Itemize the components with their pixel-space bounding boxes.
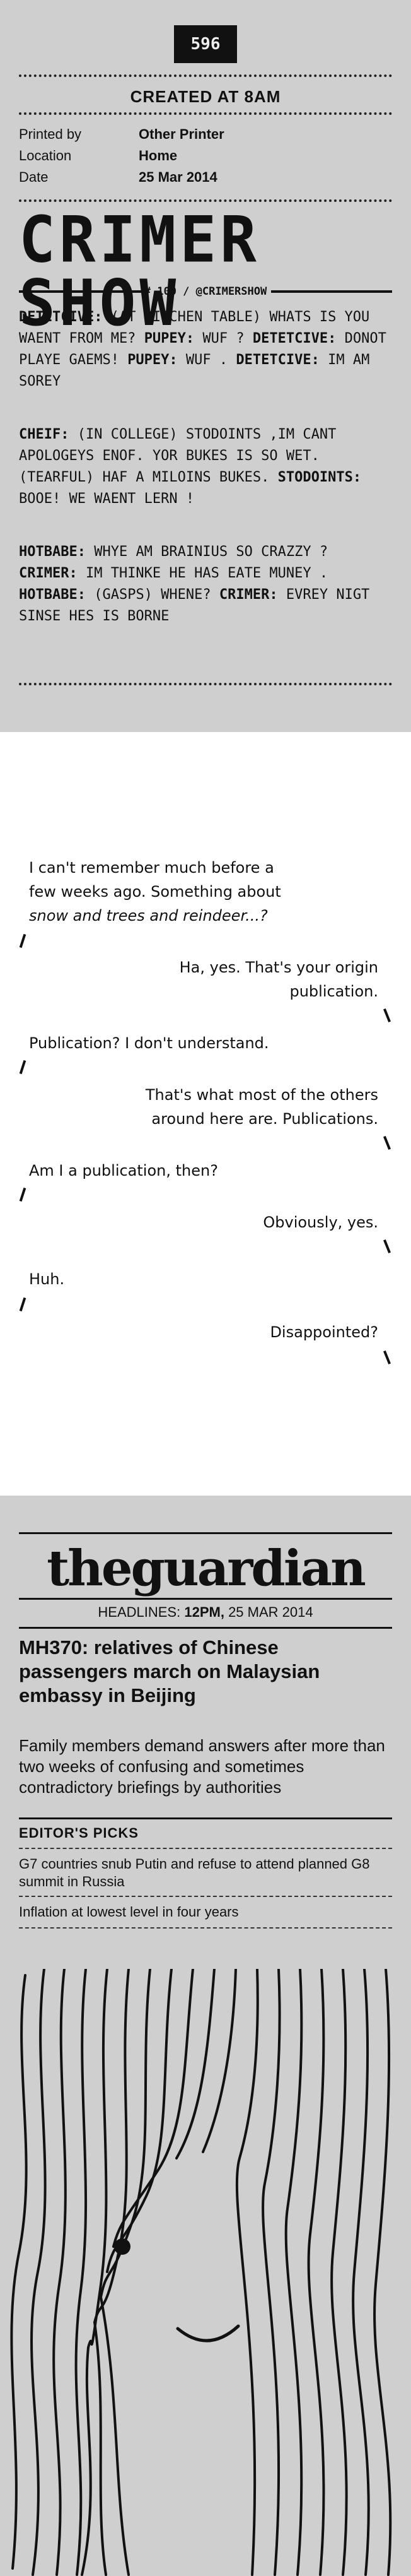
dialogue-line: Ha, yes. That's your origin bbox=[179, 959, 378, 976]
dialogue-line: Am I a publication, then? bbox=[29, 1162, 218, 1179]
editors-picks-label: EDITOR'S PICKS bbox=[19, 1825, 139, 1841]
meta-label: Date bbox=[19, 169, 49, 185]
guardian-headlines-line: HEADLINES: 12PM, 25 MAR 2014 bbox=[0, 1604, 411, 1621]
dashed-divider bbox=[19, 1927, 392, 1929]
dialogue-line: publication. bbox=[289, 983, 378, 1000]
speech-tick-left-icon bbox=[19, 1297, 26, 1312]
line-text: BOOE! WE WAENT LERN ! bbox=[19, 491, 195, 507]
crimer-scene-2: CHEIF: (IN COLLEGE) STODOINTS ,IM CANT A… bbox=[19, 424, 392, 510]
guardian-headlines-rule bbox=[19, 1627, 392, 1629]
speaker: PUPEY: bbox=[144, 331, 195, 346]
dialogue-left-2: Publication? I don't understand. bbox=[29, 1031, 357, 1055]
dialogue-right-2: That's what most of the others around he… bbox=[82, 1083, 378, 1131]
speaker: PUPEY: bbox=[127, 352, 178, 368]
dialogue-line: few weeks ago. Something about bbox=[29, 883, 281, 901]
speaker: CRIMER: bbox=[19, 565, 78, 581]
dialogue-left-3: Am I a publication, then? bbox=[29, 1159, 357, 1183]
line-text: WUF ? bbox=[194, 331, 253, 346]
speaker: HOTBABE: bbox=[19, 587, 86, 603]
receipt-number-badge: 596 bbox=[174, 25, 237, 63]
speech-tick-right-icon bbox=[383, 1350, 391, 1364]
speaker: DETETCIVE: bbox=[236, 352, 320, 368]
dashed-divider bbox=[19, 1848, 392, 1849]
dialogue-line: snow and trees and reindeer...? bbox=[29, 907, 268, 925]
speaker: CHEIF: bbox=[19, 427, 69, 442]
subtitle-rule-right bbox=[271, 290, 392, 293]
headlines-time: 12PM, bbox=[184, 1604, 224, 1620]
dotted-divider bbox=[19, 683, 392, 685]
meta-label: Location bbox=[19, 148, 72, 163]
dialogue-left-4: Huh. bbox=[29, 1267, 357, 1291]
dialogue-line: around here are. Publications. bbox=[151, 1110, 378, 1128]
meta-row-printed-by: Printed by Other Printer bbox=[19, 124, 224, 145]
dialogue-line: Obviously, yes. bbox=[263, 1214, 378, 1231]
line-text: IM THINKE HE HAS EATE MUNEY . bbox=[77, 565, 328, 581]
face-smile bbox=[176, 2324, 240, 2343]
speaker: DETETCIVE: bbox=[19, 309, 103, 325]
meta-row-date: Date 25 Mar 2014 bbox=[19, 167, 224, 188]
speaker: DETETCIVE: bbox=[252, 331, 337, 346]
line-text: WHYE AM BRAINIUS SO CRAZZY ? bbox=[85, 544, 328, 560]
hair-face-drawing-icon bbox=[10, 1969, 392, 2576]
dialogue-line: Huh. bbox=[29, 1270, 65, 1288]
dialogue-line: I can't remember much before a bbox=[29, 859, 274, 877]
meta-value: Home bbox=[139, 148, 178, 163]
speech-tick-left-icon bbox=[19, 1187, 26, 1202]
print-meta: Printed by Other Printer Location Home D… bbox=[19, 124, 224, 188]
speaker: CRIMER: bbox=[219, 587, 278, 603]
dotted-divider bbox=[19, 199, 392, 202]
dashed-divider bbox=[19, 1896, 392, 1897]
meta-label: Printed by bbox=[19, 126, 82, 142]
speech-tick-left-icon bbox=[19, 933, 26, 948]
speaker: HOTBABE: bbox=[19, 544, 86, 560]
meta-row-location: Location Home bbox=[19, 145, 224, 167]
speaker: STODOINTS: bbox=[277, 470, 362, 485]
guardian-story-description: Family members demand answers after more… bbox=[19, 1736, 385, 1797]
hair-strands bbox=[10, 1969, 392, 2576]
crimer-scene-1: DETETCIVE: (AT KITCHEN TABLE) WHATS IS Y… bbox=[19, 307, 392, 393]
dialogue-line: Disappointed? bbox=[270, 1323, 378, 1341]
guardian-top-rule bbox=[19, 1532, 392, 1534]
dialogue-right-1: Ha, yes. That's your origin publication. bbox=[82, 955, 378, 1003]
line-text: (GASPS) WHENE? bbox=[85, 587, 219, 603]
guardian-story-title: MH370: relatives of Chinese passengers m… bbox=[19, 1636, 320, 1706]
speech-tick-left-icon bbox=[19, 1060, 26, 1075]
guardian-logo-rule bbox=[19, 1598, 392, 1600]
headlines-label: HEADLINES: bbox=[98, 1604, 181, 1620]
guardian-logo: theguardian bbox=[47, 1540, 366, 1597]
crimer-scene-3: HOTBABE: WHYE AM BRAINIUS SO CRAZZY ? CR… bbox=[19, 541, 392, 627]
dotted-divider bbox=[19, 112, 392, 115]
dialogue-right-4: Disappointed? bbox=[82, 1320, 378, 1344]
face-eye bbox=[114, 2238, 130, 2255]
editors-pick-item: Inflation at lowest level in four years bbox=[19, 1904, 239, 1920]
created-time: CREATED AT 8AM bbox=[130, 87, 281, 106]
dialogue-line: Publication? I don't understand. bbox=[29, 1034, 269, 1052]
dotted-divider bbox=[19, 74, 392, 77]
dialogue-line: That's what most of the others bbox=[145, 1086, 378, 1104]
meta-value: 25 Mar 2014 bbox=[139, 169, 217, 185]
dialogue-left-1: I can't remember much before a few weeks… bbox=[29, 856, 357, 928]
meta-value: Other Printer bbox=[139, 126, 224, 142]
editors-picks-rule bbox=[19, 1817, 392, 1819]
line-text: WUF . bbox=[177, 352, 236, 368]
speech-tick-right-icon bbox=[383, 1136, 391, 1150]
dialogue-panel: I can't remember much before a few weeks… bbox=[0, 732, 411, 1496]
speech-tick-right-icon bbox=[383, 1008, 391, 1022]
speech-tick-right-icon bbox=[383, 1239, 391, 1253]
editors-pick-item: G7 countries snub Putin and refuse to at… bbox=[19, 1856, 370, 1889]
headlines-date: 25 MAR 2014 bbox=[228, 1604, 313, 1620]
dialogue-right-3: Obviously, yes. bbox=[82, 1210, 378, 1234]
